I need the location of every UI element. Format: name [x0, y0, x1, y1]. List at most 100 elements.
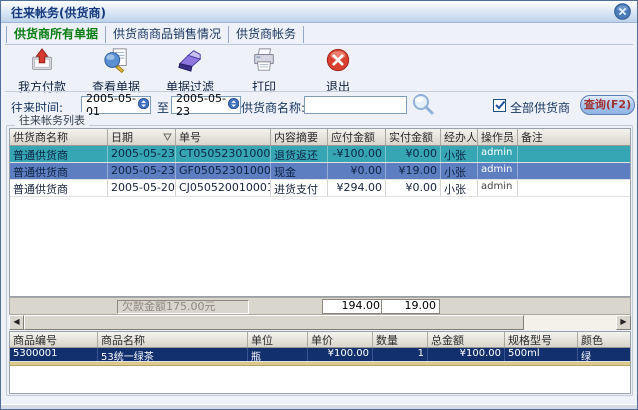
col-date-label: 日期 — [111, 129, 133, 145]
scrollbar-thumb[interactable] — [24, 315, 524, 330]
cell-operator: admin — [478, 163, 518, 179]
print-icon — [251, 47, 277, 77]
print-button[interactable]: 打印 — [235, 47, 293, 89]
accounts-group-title: 往来帐务列表 — [15, 112, 89, 128]
debt-amount-box: 欠款金额175.00元 — [117, 300, 249, 314]
table-row[interactable]: 普通供货商 2005-05-23 GF050523010001 现金 ¥0.00… — [10, 163, 630, 180]
tab-supplier-product-sales[interactable]: 供货商商品销售情况 — [105, 26, 228, 43]
accounts-table: 供货商名称 日期 单号 内容摘要 应付金额 实付金额 经办人 操作员 备注 普通… — [9, 128, 631, 297]
filter-icon — [177, 47, 203, 77]
cell-product-name: 53统一绿茶 — [98, 348, 248, 361]
supplier-accounts-window: 往来帐务(供货商) 供货商所有单据 供货商商品销售情况 供货商帐务 我方付款 — [0, 0, 638, 410]
date-from-spinner-icon[interactable] — [138, 98, 149, 112]
col-paid[interactable]: 实付金额 — [386, 129, 441, 145]
search-icon[interactable] — [411, 93, 434, 116]
cell-operator: admin — [478, 146, 518, 162]
col-doc-no[interactable]: 单号 — [176, 129, 271, 145]
col-supplier-name[interactable]: 供货商名称 — [10, 129, 108, 145]
title-bar: 往来帐务(供货商) — [1, 1, 637, 23]
all-suppliers-checkbox[interactable] — [493, 99, 506, 112]
col-handler[interactable]: 经办人 — [441, 129, 478, 145]
cell-paid: ¥0.00 — [386, 146, 441, 162]
table-row[interactable]: 普通供货商 2005-05-20 CJ050520010001 进货支付 ¥29… — [10, 180, 630, 197]
date-from-input[interactable]: 2005-05-01 — [81, 96, 151, 114]
cell-supplier: 普通供货商 — [10, 163, 108, 179]
cell-remark — [518, 146, 630, 162]
payment-icon — [29, 47, 55, 77]
to-label: 至 — [157, 99, 169, 116]
col-color[interactable]: 颜色 — [578, 332, 630, 347]
cell-quantity: 1 — [373, 348, 428, 361]
cell-date: 2005-05-23 — [108, 146, 176, 162]
cell-date: 2005-05-23 — [108, 163, 176, 179]
cell-supplier: 普通供货商 — [10, 180, 108, 196]
cell-operator: admin — [478, 180, 518, 196]
cell-remark — [518, 163, 630, 179]
cell-handler: 小张 — [441, 163, 478, 179]
date-to-input[interactable]: 2005-05-23 — [171, 96, 241, 114]
cell-doc-no: GF050523010001 — [176, 163, 271, 179]
exit-button[interactable]: 退出 — [309, 47, 367, 89]
close-icon[interactable] — [614, 3, 631, 20]
toolbar: 我方付款 查看单据 单据过滤 — [13, 47, 367, 89]
all-suppliers-label: 全部供货商 — [510, 99, 570, 116]
col-product-code[interactable]: 商品编号 — [10, 332, 98, 347]
query-button[interactable]: 查询(F2) — [580, 95, 635, 115]
col-total-amount[interactable]: 总金额 — [428, 332, 505, 347]
col-spec-model[interactable]: 规格型号 — [505, 332, 578, 347]
table-row[interactable]: 普通供货商 2005-05-23 CT050523010001 退货返还 -¥1… — [10, 146, 630, 163]
cell-spec-model: 500ml — [505, 348, 578, 361]
tab-supplier-accounts[interactable]: 供货商帐务 — [228, 26, 304, 43]
cell-payable: ¥294.00 — [328, 180, 386, 196]
scroll-right-icon[interactable]: ▶ — [616, 315, 631, 330]
cell-payable: -¥100.00 — [328, 146, 386, 162]
date-to-spinner-icon[interactable] — [228, 98, 239, 112]
supplier-name-input[interactable] — [304, 96, 407, 114]
col-remark[interactable]: 备注 — [518, 129, 630, 145]
summary-bar: 欠款金额175.00元 194.00 19.00 — [9, 297, 631, 315]
cell-remark — [518, 180, 630, 196]
accounts-header-row: 供货商名称 日期 单号 内容摘要 应付金额 实付金额 经办人 操作员 备注 — [10, 129, 630, 146]
view-document-icon — [103, 47, 129, 77]
exit-icon — [325, 47, 351, 77]
exit-label: 退出 — [326, 78, 350, 95]
tab-underline — [5, 44, 633, 45]
col-payable[interactable]: 应付金额 — [328, 129, 386, 145]
our-payment-button[interactable]: 我方付款 — [13, 47, 71, 89]
payable-total-box: 194.00 — [322, 299, 384, 314]
date-to-value: 2005-05-23 — [176, 92, 228, 118]
sort-desc-icon — [163, 131, 172, 144]
cell-doc-no: CT050523010001 — [176, 146, 271, 162]
paid-total-box: 19.00 — [381, 299, 440, 314]
col-unit-price[interactable]: 单价 — [308, 332, 373, 347]
cell-handler: 小张 — [441, 146, 478, 162]
col-summary[interactable]: 内容摘要 — [271, 129, 328, 145]
cell-handler: 小张 — [441, 180, 478, 196]
filter-documents-button[interactable]: 单据过滤 — [161, 47, 219, 89]
cell-paid: ¥19.00 — [386, 163, 441, 179]
cell-unit: 瓶 — [248, 348, 308, 361]
cell-total-amount: ¥100.00 — [428, 348, 505, 361]
cell-unit-price: ¥100.00 — [308, 348, 373, 361]
products-table: 商品编号 商品名称 单位 单价 数量 总金额 规格型号 颜色 5300001 5… — [9, 331, 631, 394]
window-bottom-edge — [1, 404, 637, 409]
col-date[interactable]: 日期 — [108, 129, 176, 145]
horizontal-scrollbar[interactable]: ◀ ▶ — [9, 315, 631, 330]
selected-row-underline — [10, 362, 630, 366]
col-product-name[interactable]: 商品名称 — [98, 332, 248, 347]
cell-paid: ¥0.00 — [386, 180, 441, 196]
cell-summary: 进货支付 — [271, 180, 328, 196]
cell-product-code: 5300001 — [10, 348, 98, 361]
scroll-left-icon[interactable]: ◀ — [9, 315, 24, 330]
products-header-row: 商品编号 商品名称 单位 单价 数量 总金额 规格型号 颜色 — [10, 332, 630, 348]
tab-supplier-all-documents[interactable]: 供货商所有单据 — [6, 26, 105, 43]
cell-supplier: 普通供货商 — [10, 146, 108, 162]
supplier-name-label: 供货商名称: — [241, 99, 305, 116]
col-quantity[interactable]: 数量 — [373, 332, 428, 347]
col-unit[interactable]: 单位 — [248, 332, 308, 347]
cell-summary: 现金 — [271, 163, 328, 179]
col-operator[interactable]: 操作员 — [478, 129, 518, 145]
view-document-button[interactable]: 查看单据 — [87, 47, 145, 89]
cell-doc-no: CJ050520010001 — [176, 180, 271, 196]
table-row[interactable]: 5300001 53统一绿茶 瓶 ¥100.00 1 ¥100.00 500ml… — [10, 348, 630, 362]
